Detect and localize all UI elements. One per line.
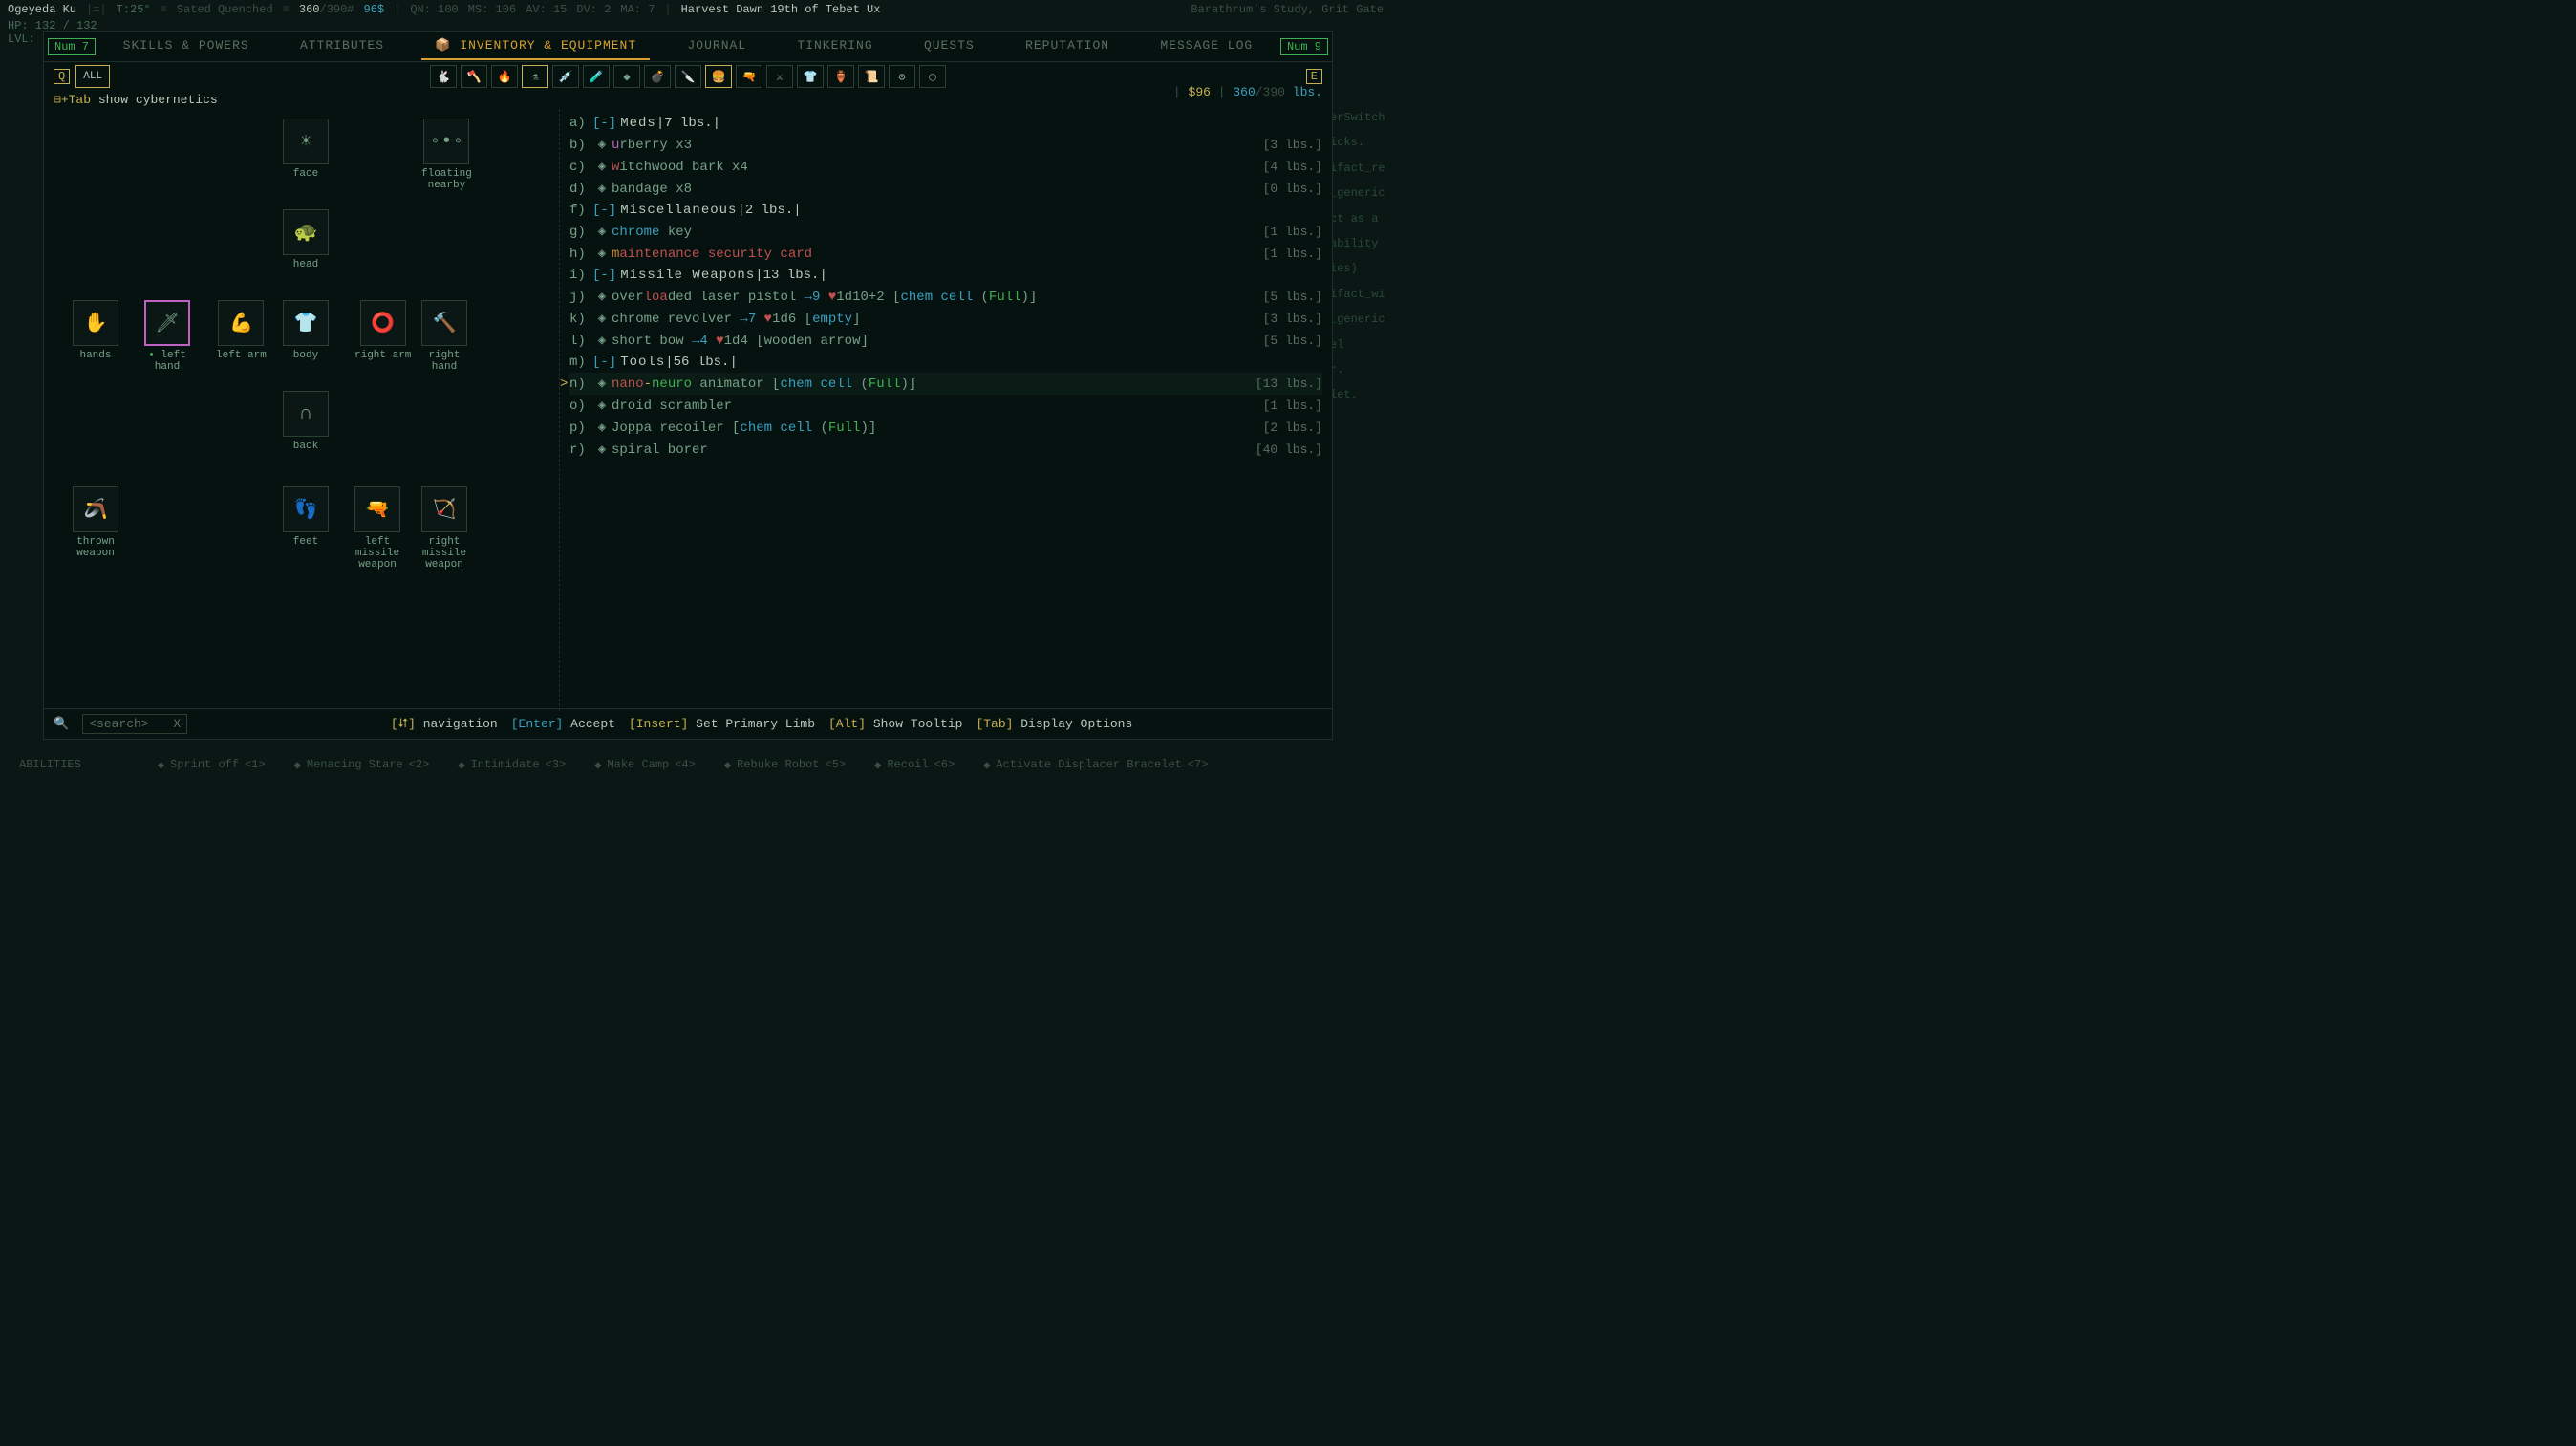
ability-activate-displacer-bracelet[interactable]: ◆Activate Displacer Bracelet <7>	[983, 758, 1208, 772]
ability-sprint-off[interactable]: ◆Sprint off <1>	[158, 758, 266, 772]
inventory-item[interactable]: g)◈chrome key[1 lbs.]	[569, 221, 1322, 243]
filter-all[interactable]: ALL	[75, 65, 110, 88]
hint: [Alt] Show Tooltip	[828, 717, 962, 731]
slot-floating[interactable]: ◦•◦floating nearby	[421, 119, 472, 191]
inventory-item[interactable]: o)◈droid scrambler[1 lbs.]	[569, 395, 1322, 417]
filter-cat-6[interactable]: 🧪	[583, 65, 610, 88]
slot-left-arm[interactable]: 💪left arm	[216, 300, 267, 361]
cybernetics-hint: ⊟+Tab show cybernetics	[44, 91, 1332, 109]
filter-cat-2[interactable]: 🪓	[461, 65, 487, 88]
hint: [⮃] navigation	[391, 717, 498, 731]
filter-cat-7[interactable]: ◆	[613, 65, 640, 88]
slot-thrown[interactable]: 🪃thrown weapon	[73, 486, 118, 559]
category-header[interactable]: i)[-] Missile Weapons |13 lbs.|	[569, 265, 1322, 286]
inventory-item[interactable]: c)◈witchwood bark x4[4 lbs.]	[569, 156, 1322, 178]
tab-skills-powers[interactable]: SKILLS & POWERS	[110, 32, 263, 60]
tab-journal[interactable]: JOURNAL	[674, 32, 760, 60]
tab-reputation[interactable]: REPUTATION	[1012, 32, 1123, 60]
hint: [Insert] Set Primary Limb	[629, 717, 815, 731]
bottom-bar: 🔍 <search> X [⮃] navigation [Enter] Accep…	[44, 708, 1332, 739]
tab-bar: Num 7 SKILLS & POWERS ATTRIBUTES 📦 INVENTO…	[44, 32, 1332, 62]
filter-cat-13[interactable]: 👕	[797, 65, 824, 88]
category-header[interactable]: m)[-] Tools |56 lbs.|	[569, 352, 1322, 373]
slot-head[interactable]: 🐢head	[283, 209, 329, 270]
slot-hands[interactable]: ✋hands	[73, 300, 118, 361]
hint: [Enter] Accept	[511, 717, 615, 731]
location: Barathrum's Study, Grit Gate	[1191, 3, 1384, 16]
slot-right-arm[interactable]: ⭕right arm	[354, 300, 411, 361]
character-name: Ogeyeda Ku	[8, 3, 76, 16]
filter-cat-8[interactable]: 💣	[644, 65, 671, 88]
filter-cat-9[interactable]: 🔪	[675, 65, 701, 88]
category-header[interactable]: f)[-] Miscellaneous |2 lbs.|	[569, 200, 1322, 221]
inventory-item[interactable]: j)◈overloaded laser pistol →9 ♥1d10+2 [c…	[569, 286, 1322, 308]
inventory-item[interactable]: n)◈nano-neuro animator [chem cell (Full)…	[569, 373, 1322, 395]
slot-left-hand[interactable]: 🗡• left hand	[144, 300, 190, 373]
ability-make-camp[interactable]: ◆Make Camp <4>	[594, 758, 696, 772]
game-date: Harvest Dawn 19th of Tebet Ux	[681, 3, 881, 16]
inventory-list: a)[-] Meds |7 lbs.|b)◈urberry x3[3 lbs.]…	[560, 109, 1332, 711]
inventory-item[interactable]: l)◈short bow →4 ♥1d4 [wooden arrow][5 lb…	[569, 330, 1322, 352]
slot-left-missile[interactable]: 🔫left missile weapon	[354, 486, 400, 571]
filter-cat-17[interactable]: ◯	[919, 65, 946, 88]
category-header[interactable]: a)[-] Meds |7 lbs.|	[569, 113, 1322, 134]
next-tab-key[interactable]: Num 9	[1280, 38, 1328, 55]
tab-quests[interactable]: QUESTS	[911, 32, 988, 60]
tab-message-log[interactable]: MESSAGE LOG	[1147, 32, 1266, 60]
abilities-label: ABILITIES	[19, 758, 81, 771]
ability-menacing-stare[interactable]: ◆Menacing Stare <2>	[294, 758, 430, 772]
slot-face[interactable]: ☀face	[283, 119, 329, 180]
hint: [Tab] Display Options	[976, 717, 1132, 731]
weight-summary: | $96 | 360/390 lbs.	[1173, 85, 1322, 99]
slot-back[interactable]: ∩back	[283, 391, 329, 452]
money: 96$	[364, 3, 385, 16]
inventory-item[interactable]: b)◈urberry x3[3 lbs.]	[569, 134, 1322, 156]
inventory-item[interactable]: h)◈maintenance security card[1 lbs.]	[569, 243, 1322, 265]
prev-tab-key[interactable]: Num 7	[48, 38, 96, 55]
search-icon: 🔍	[54, 717, 69, 731]
equipment-pane: ☀face ◦•◦floating nearby 🐢head ✋hands 🗡•…	[44, 109, 560, 711]
tab-attributes[interactable]: ATTRIBUTES	[287, 32, 397, 60]
inventory-item[interactable]: d)◈bandage x8[0 lbs.]	[569, 178, 1322, 200]
filter-cat-1[interactable]: 🐇	[430, 65, 457, 88]
ability-intimidate[interactable]: ◆Intimidate <3>	[458, 758, 566, 772]
status-bar: Ogeyeda Ku |=| T:25° ≡ Sated Quenched ≡ …	[0, 0, 1391, 19]
filter-cat-12[interactable]: ⚔	[766, 65, 793, 88]
inventory-item[interactable]: r)◈spiral borer[40 lbs.]	[569, 439, 1322, 461]
slot-feet[interactable]: 👣feet	[283, 486, 329, 548]
hunger-thirst: Sated Quenched	[177, 3, 273, 16]
filter-prev-key[interactable]: Q	[54, 69, 70, 84]
tab-inventory-equipment[interactable]: 📦 INVENTORY & EQUIPMENT	[421, 32, 650, 60]
abilities-bar: ABILITIES ◆Sprint off <1> ◆Menacing Stare…	[0, 749, 1391, 780]
background-log: erSwitchicks.ifact_re_genericct as aabil…	[1330, 105, 1387, 408]
filter-cat-11[interactable]: 🔫	[736, 65, 762, 88]
filter-cat-3[interactable]: 🔥	[491, 65, 518, 88]
slot-right-missile[interactable]: 🏹right missile weapon	[421, 486, 467, 571]
filter-bar: Q ALL 🐇 🪓 🔥 ⚗ 💉 🧪 ◆ 💣 🔪 🍔 🔫 ⚔ 👕 🏺 📜 ⚙ ◯ …	[44, 62, 1332, 91]
filter-next-key[interactable]: E	[1306, 69, 1322, 84]
slot-body[interactable]: 👕body	[283, 300, 329, 361]
filter-cat-4[interactable]: ⚗	[522, 65, 548, 88]
temperature: T:25°	[117, 3, 151, 16]
slot-right-hand[interactable]: 🔨right hand	[421, 300, 467, 373]
inventory-item[interactable]: k)◈chrome revolver →7 ♥1d6 [empty][3 lbs…	[569, 308, 1322, 330]
tab-tinkering[interactable]: TINKERING	[784, 32, 886, 60]
filter-cat-5[interactable]: 💉	[552, 65, 579, 88]
search-input[interactable]: <search> X	[82, 714, 187, 734]
search-clear[interactable]: X	[173, 717, 181, 731]
filter-cat-14[interactable]: 🏺	[827, 65, 854, 88]
filter-cat-10[interactable]: 🍔	[705, 65, 732, 88]
inventory-panel: Num 7 SKILLS & POWERS ATTRIBUTES 📦 INVENTO…	[43, 31, 1333, 740]
filter-cat-16[interactable]: ⚙	[889, 65, 915, 88]
ability-recoil[interactable]: ◆Recoil <6>	[874, 758, 955, 772]
ability-rebuke-robot[interactable]: ◆Rebuke Robot <5>	[724, 758, 846, 772]
filter-cat-15[interactable]: 📜	[858, 65, 885, 88]
inventory-item[interactable]: p)◈Joppa recoiler [chem cell (Full)][2 l…	[569, 417, 1322, 439]
